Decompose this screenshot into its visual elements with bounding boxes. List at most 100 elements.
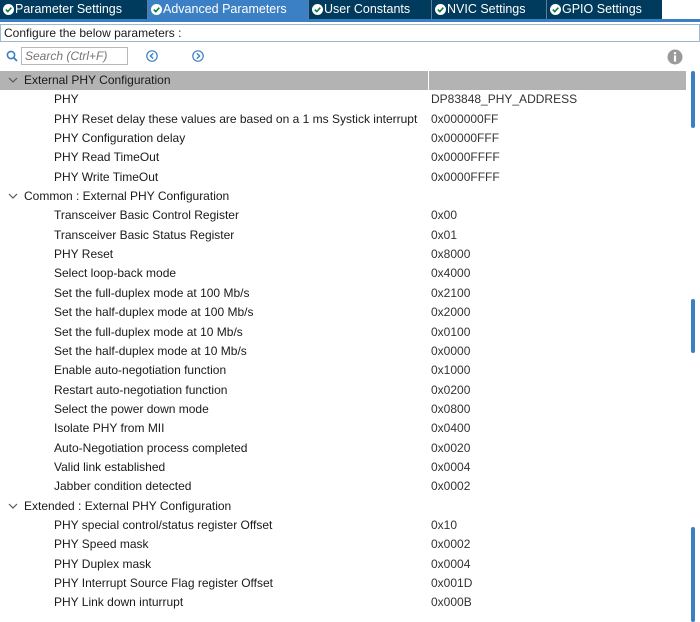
parameter-value[interactable]: 0x000B: [431, 593, 472, 612]
parameter-row[interactable]: Valid link established 0x0004: [0, 458, 686, 477]
parameter-value[interactable]: 0x0002: [431, 477, 470, 496]
parameter-value[interactable]: 0x000000FF: [431, 110, 498, 129]
parameter-row[interactable]: Select the power down mode 0x0800: [0, 400, 686, 419]
parameter-value[interactable]: 0x0100: [431, 323, 470, 342]
parameter-row[interactable]: Set the half-duplex mode at 100 Mb/s 0x20…: [0, 303, 686, 322]
parameter-row[interactable]: PHY Duplex mask 0x0004: [0, 555, 686, 574]
parameter-row[interactable]: PHY special control/status register Offs…: [0, 516, 686, 535]
previous-icon[interactable]: [146, 50, 158, 62]
parameter-value[interactable]: 0x0002: [431, 535, 470, 554]
parameter-name: PHY: [54, 92, 79, 106]
parameter-name: Auto-Negotiation process completed: [54, 441, 248, 455]
parameter-name: PHY Reset delay these values are based o…: [54, 112, 418, 126]
check-circle-icon: [312, 4, 323, 15]
parameter-row[interactable]: Auto-Negotiation process completed 0x0020: [0, 439, 686, 458]
vertical-scrollbar[interactable]: [686, 71, 700, 622]
parameter-value[interactable]: DP83848_PHY_ADDRESS: [431, 90, 577, 109]
tab-underline: [0, 19, 700, 22]
parameter-name: Isolate PHY from MII: [54, 421, 165, 435]
parameter-row[interactable]: Restart auto-negotiation function 0x0200: [0, 381, 686, 400]
tab-nvic-settings[interactable]: NVIC Settings: [432, 0, 547, 19]
parameter-value[interactable]: 0x2100: [431, 284, 470, 303]
parameter-row[interactable]: PHY Speed mask 0x0002: [0, 535, 686, 554]
parameter-value[interactable]: 0x00: [431, 206, 457, 225]
parameter-name: Select the power down mode: [54, 402, 209, 416]
tab-advanced-parameters[interactable]: Advanced Parameters: [148, 0, 309, 19]
parameter-name: Valid link established: [54, 460, 166, 474]
tab-gpio-settings[interactable]: GPIO Settings: [547, 0, 662, 19]
parameter-name: PHY Interrupt Source Flag register Offse…: [54, 576, 273, 590]
parameter-value[interactable]: 0x0004: [431, 555, 470, 574]
parameter-row[interactable]: PHY Interrupt Source Flag register Offse…: [0, 574, 686, 593]
tab-parameter-settings[interactable]: Parameter Settings: [0, 0, 148, 19]
parameter-name: Transceiver Basic Control Register: [54, 208, 239, 222]
group-label: Common : External PHY Configuration: [24, 189, 230, 203]
parameter-row[interactable]: Set the full-duplex mode at 10 Mb/s 0x010…: [0, 323, 686, 342]
parameter-value[interactable]: 0x0000: [431, 342, 470, 361]
parameter-row[interactable]: Set the full-duplex mode at 100 Mb/s 0x21…: [0, 284, 686, 303]
group-label: External PHY Configuration: [24, 73, 171, 87]
parameter-value[interactable]: 0x001D: [431, 574, 472, 593]
parameter-row[interactable]: Select loop-back mode 0x4000: [0, 264, 686, 283]
parameter-value[interactable]: 0x0400: [431, 419, 470, 438]
parameter-row[interactable]: Enable auto-negotiation function 0x1000: [0, 361, 686, 380]
parameter-row[interactable]: PHY Link down inturrupt 0x000B: [0, 593, 686, 612]
parameter-value[interactable]: 0x0020: [431, 439, 470, 458]
parameter-name: PHY special control/status register Offs…: [54, 518, 273, 532]
parameter-name: Set the half-duplex mode at 10 Mb/s: [54, 344, 247, 358]
parameter-value[interactable]: 0x0000FFFF: [431, 168, 500, 187]
parameter-name: Set the full-duplex mode at 10 Mb/s: [54, 325, 243, 339]
parameter-name: PHY Speed mask: [54, 537, 149, 551]
parameter-row[interactable]: PHY Write TimeOut 0x0000FFFF: [0, 168, 686, 187]
check-circle-icon: [550, 4, 561, 15]
parameter-value[interactable]: 0x8000: [431, 245, 470, 264]
search-input[interactable]: [21, 47, 128, 65]
parameter-row[interactable]: Transceiver Basic Status Register 0x01: [0, 226, 686, 245]
parameter-grid: External PHY Configuration PHY DP83848_PHY…: [0, 71, 686, 622]
parameter-value[interactable]: 0x0004: [431, 458, 470, 477]
check-circle-icon: [3, 4, 14, 15]
scrollbar-thumb[interactable]: [691, 299, 695, 353]
parameter-name: Restart auto-negotiation function: [54, 383, 228, 397]
tab-user-constants[interactable]: User Constants: [309, 0, 432, 19]
parameter-row[interactable]: Set the half-duplex mode at 10 Mb/s 0x000…: [0, 342, 686, 361]
parameter-row[interactable]: Isolate PHY from MII 0x0400: [0, 419, 686, 438]
configure-hint: Configure the below parameters :: [0, 24, 700, 42]
parameter-value[interactable]: 0x00000FFF: [431, 129, 499, 148]
check-circle-icon: [435, 4, 446, 15]
chevron-down-icon[interactable]: [8, 77, 18, 84]
parameter-row[interactable]: Jabber condition detected 0x0002: [0, 477, 686, 496]
group-header-row[interactable]: Common : External PHY Configuration: [0, 187, 686, 206]
tab-bar: Parameter Settings Advanced Parameters U…: [0, 0, 700, 19]
parameter-value[interactable]: 0x0800: [431, 400, 470, 419]
parameter-value[interactable]: 0x10: [431, 516, 457, 535]
parameter-row[interactable]: PHY Configuration delay 0x00000FFF: [0, 129, 686, 148]
parameter-value[interactable]: 0x2000: [431, 303, 470, 322]
chevron-down-icon[interactable]: [8, 193, 18, 200]
parameter-row[interactable]: PHY DP83848_PHY_ADDRESS: [0, 90, 686, 109]
scrollbar-thumb[interactable]: [691, 527, 695, 622]
parameter-row[interactable]: PHY Reset 0x8000: [0, 245, 686, 264]
group-header-row[interactable]: External PHY Configuration: [0, 71, 686, 90]
parameter-name: PHY Configuration delay: [54, 131, 186, 145]
search-icon[interactable]: [6, 50, 18, 62]
info-icon[interactable]: [667, 49, 683, 65]
parameter-value[interactable]: 0x0000FFFF: [431, 148, 500, 167]
tab-label: GPIO Settings: [562, 2, 642, 16]
parameter-row[interactable]: PHY Read TimeOut 0x0000FFFF: [0, 148, 686, 167]
scrollbar-thumb[interactable]: [691, 71, 695, 128]
parameter-value[interactable]: 0x1000: [431, 361, 470, 380]
group-header-row[interactable]: Extended : External PHY Configuration: [0, 497, 686, 516]
column-divider: [428, 71, 429, 90]
parameter-name: PHY Reset: [54, 247, 114, 261]
parameter-name: Set the full-duplex mode at 100 Mb/s: [54, 286, 250, 300]
parameter-value[interactable]: 0x4000: [431, 264, 470, 283]
tab-label: NVIC Settings: [447, 2, 526, 16]
chevron-down-icon[interactable]: [8, 503, 18, 510]
parameter-row[interactable]: PHY Reset delay these values are based o…: [0, 110, 686, 129]
parameter-row[interactable]: Transceiver Basic Control Register 0x00: [0, 206, 686, 225]
parameter-value[interactable]: 0x01: [431, 226, 457, 245]
parameter-value[interactable]: 0x0200: [431, 381, 470, 400]
next-icon[interactable]: [192, 50, 204, 62]
tab-label: Parameter Settings: [15, 2, 122, 16]
